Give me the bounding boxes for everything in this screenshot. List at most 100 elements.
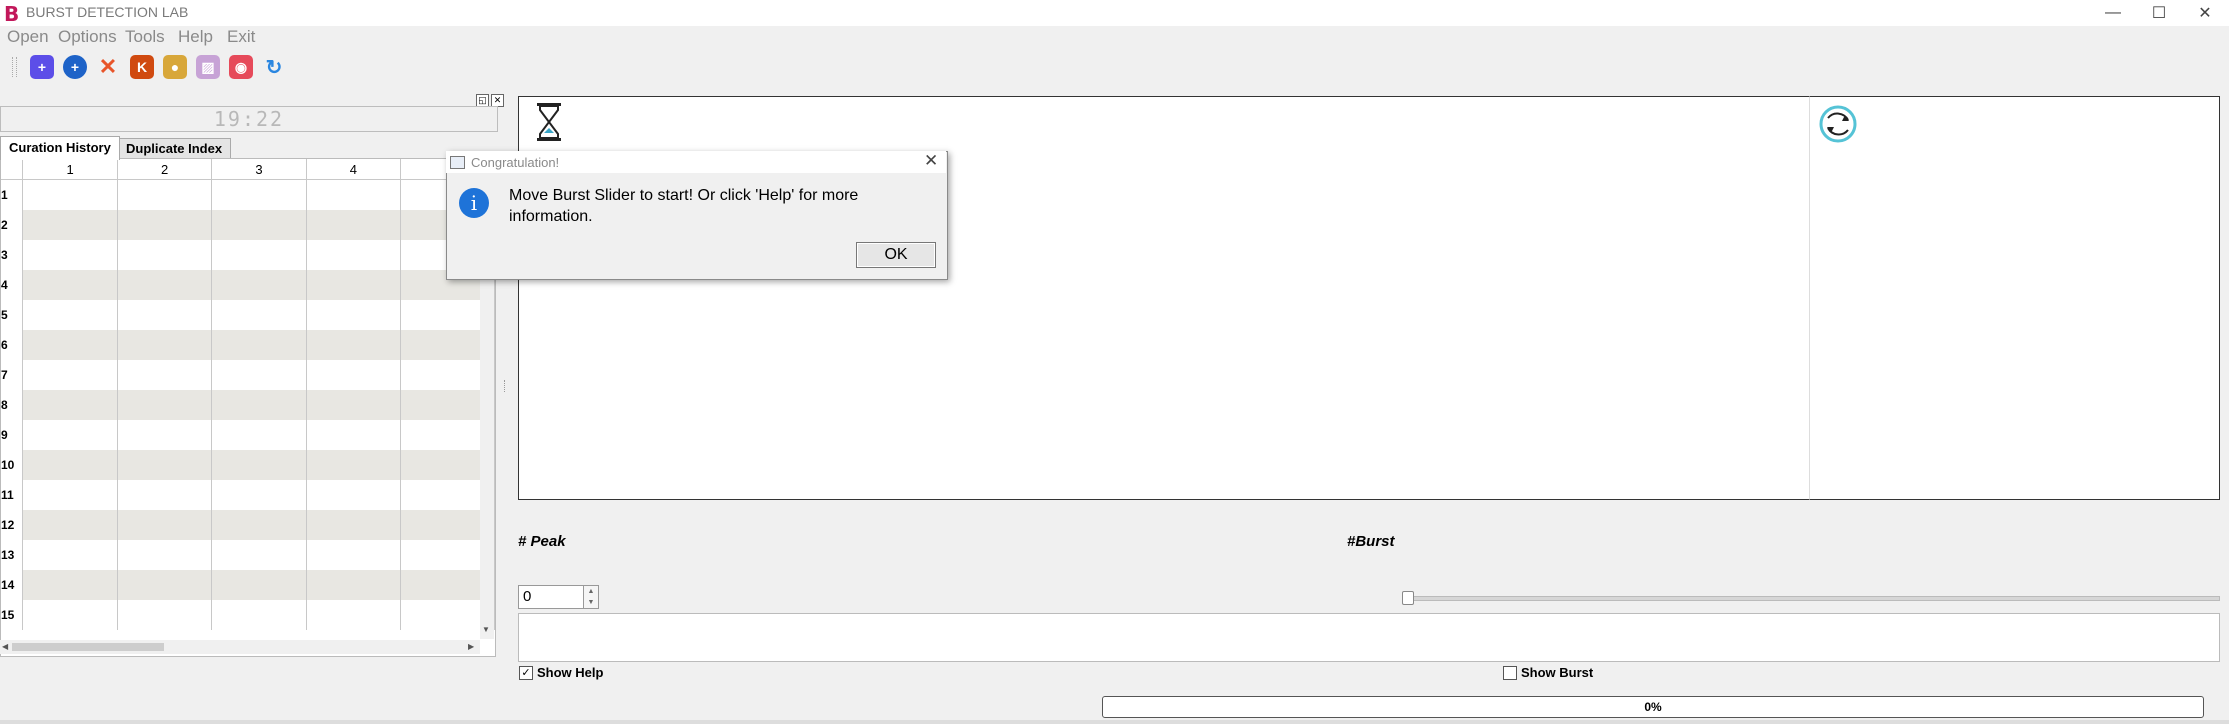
table-cell[interactable]: [22, 390, 118, 420]
table-cell[interactable]: [117, 300, 213, 330]
table-cell[interactable]: [117, 210, 213, 240]
table-cell[interactable]: [117, 510, 213, 540]
spin-up-icon[interactable]: ▲: [584, 586, 598, 597]
table-cell[interactable]: [306, 450, 402, 480]
table-cell[interactable]: [22, 570, 118, 600]
table-cell[interactable]: [22, 540, 118, 570]
minimize-button[interactable]: —: [2090, 0, 2136, 26]
table-cell[interactable]: [306, 270, 402, 300]
table-row[interactable]: 6: [1, 330, 495, 360]
refresh-icon[interactable]: ↻: [262, 55, 286, 79]
menu-open[interactable]: Open: [7, 27, 49, 47]
table-cell[interactable]: [306, 600, 402, 630]
table-cell[interactable]: [117, 420, 213, 450]
table-cell[interactable]: [211, 210, 307, 240]
table-cell[interactable]: [22, 300, 118, 330]
column-header[interactable]: 4: [306, 159, 402, 180]
row-header[interactable]: 6: [1, 330, 24, 360]
table-cell[interactable]: [117, 450, 213, 480]
table-cell[interactable]: [117, 600, 213, 630]
peak-value[interactable]: 0: [523, 588, 531, 605]
menu-exit[interactable]: Exit: [227, 27, 255, 47]
table-cell[interactable]: [117, 570, 213, 600]
table-cell[interactable]: [22, 240, 118, 270]
row-header[interactable]: 9: [1, 420, 24, 450]
table-cell[interactable]: [117, 179, 213, 210]
table-row[interactable]: 10: [1, 450, 495, 480]
row-header[interactable]: 1: [1, 179, 24, 210]
show-burst-checkbox[interactable]: [1503, 666, 1517, 680]
table-row[interactable]: 3: [1, 240, 495, 270]
maximize-button[interactable]: ☐: [2136, 0, 2182, 26]
gold-icon[interactable]: ●: [163, 55, 187, 79]
table-cell[interactable]: [22, 330, 118, 360]
row-header[interactable]: 15: [1, 600, 24, 630]
table-row[interactable]: 2: [1, 210, 495, 240]
table-cell[interactable]: [22, 420, 118, 450]
spin-down-icon[interactable]: ▼: [584, 597, 598, 608]
scroll-right-icon[interactable]: ▶: [468, 642, 474, 651]
table-cell[interactable]: [117, 360, 213, 390]
scroll-left-icon[interactable]: ◀: [2, 642, 8, 651]
table-row[interactable]: 9: [1, 420, 495, 450]
table-cell[interactable]: [306, 240, 402, 270]
table-cell[interactable]: [22, 179, 118, 210]
row-header[interactable]: 14: [1, 570, 24, 600]
row-header[interactable]: 3: [1, 240, 24, 270]
row-header[interactable]: 7: [1, 360, 24, 390]
rotate-icon[interactable]: [1818, 104, 1858, 149]
table-cell[interactable]: [306, 330, 402, 360]
row-header[interactable]: 11: [1, 480, 24, 510]
row-header[interactable]: 2: [1, 210, 24, 240]
table-cell[interactable]: [211, 600, 307, 630]
table-cell[interactable]: [22, 480, 118, 510]
table-cell[interactable]: [117, 330, 213, 360]
close-button[interactable]: ✕: [2182, 0, 2228, 26]
table-cell[interactable]: [117, 480, 213, 510]
table-cell[interactable]: [211, 270, 307, 300]
camera-icon[interactable]: ◉: [229, 55, 253, 79]
table-row[interactable]: 13: [1, 540, 495, 570]
row-header[interactable]: 13: [1, 540, 24, 570]
row-header[interactable]: 5: [1, 300, 24, 330]
table-cell[interactable]: [117, 390, 213, 420]
table-cell[interactable]: [211, 420, 307, 450]
table-cell[interactable]: [117, 240, 213, 270]
show-help-label[interactable]: Show Help: [537, 665, 603, 680]
table-cell[interactable]: [22, 210, 118, 240]
menu-options[interactable]: Options: [58, 27, 117, 47]
table-cell[interactable]: [117, 270, 213, 300]
table-cell[interactable]: [211, 360, 307, 390]
table-cell[interactable]: [211, 390, 307, 420]
splitter-handle[interactable]: [504, 380, 506, 392]
table-cell[interactable]: [306, 420, 402, 450]
dialog-close-icon[interactable]: ✕: [924, 151, 938, 171]
table-cell[interactable]: [22, 270, 118, 300]
scroll-down-icon[interactable]: ▼: [482, 625, 490, 634]
add-icon[interactable]: +: [30, 55, 54, 79]
k-icon[interactable]: K: [130, 55, 154, 79]
table-cell[interactable]: [306, 179, 402, 210]
table-row[interactable]: 5: [1, 300, 495, 330]
scroll-thumb[interactable]: [12, 643, 164, 651]
table-cell[interactable]: [211, 300, 307, 330]
table-row[interactable]: 14: [1, 570, 495, 600]
table-cell[interactable]: [211, 240, 307, 270]
menu-tools[interactable]: Tools: [125, 27, 165, 47]
menu-help[interactable]: Help: [178, 27, 213, 47]
show-burst-label[interactable]: Show Burst: [1521, 665, 1593, 680]
column-header[interactable]: 2: [117, 159, 213, 180]
table-cell[interactable]: [306, 480, 402, 510]
table-row[interactable]: 1: [1, 179, 495, 210]
table-cell[interactable]: [22, 510, 118, 540]
show-help-checkbox[interactable]: ✓: [519, 666, 533, 680]
row-header[interactable]: 12: [1, 510, 24, 540]
table-cell[interactable]: [211, 450, 307, 480]
burst-slider-thumb[interactable]: [1402, 591, 1414, 605]
image-icon[interactable]: ▨: [196, 55, 220, 79]
table-row[interactable]: 11: [1, 480, 495, 510]
table-cell[interactable]: [211, 540, 307, 570]
table-cell[interactable]: [211, 480, 307, 510]
table-row[interactable]: 7: [1, 360, 495, 390]
table-cell[interactable]: [211, 330, 307, 360]
